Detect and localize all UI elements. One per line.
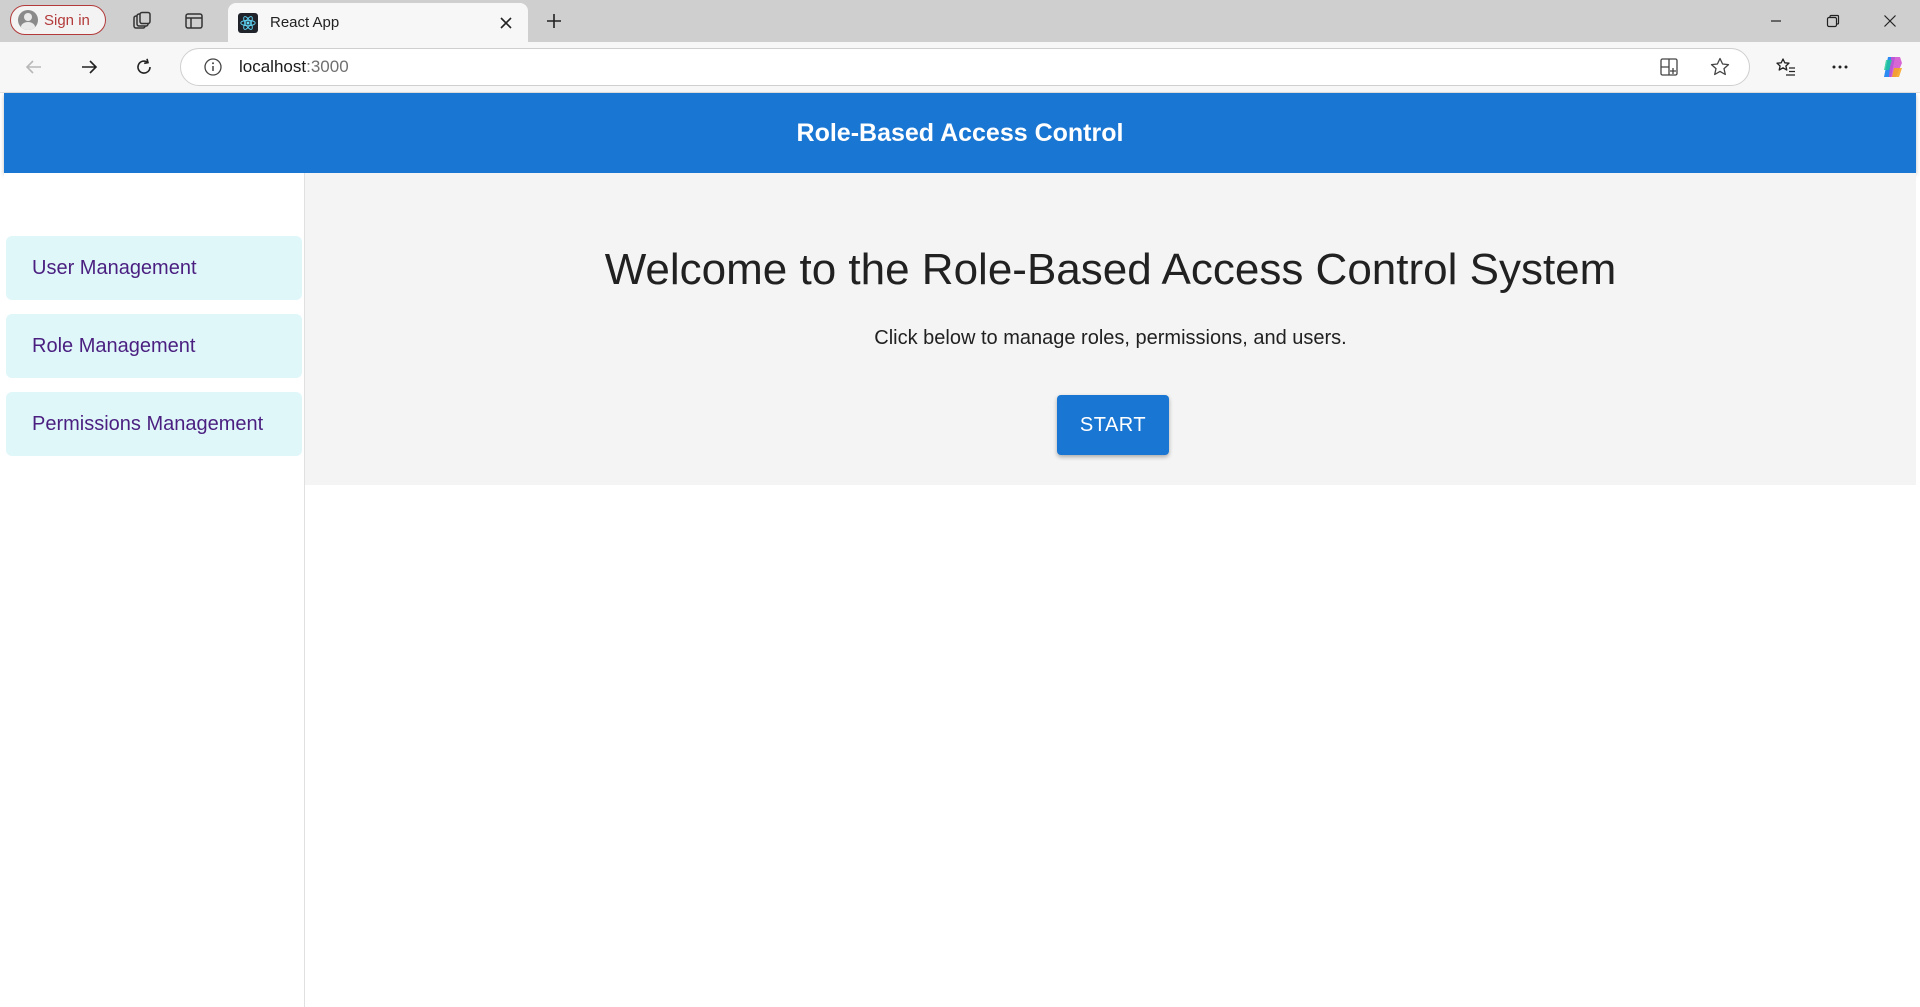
sidebar-item-user-management[interactable]: User Management	[6, 236, 302, 300]
sidebar-item-permissions-management[interactable]: Permissions Management	[6, 392, 302, 456]
back-icon[interactable]	[14, 50, 54, 84]
app-view-icon[interactable]	[1659, 57, 1679, 77]
minimize-icon[interactable]	[1748, 0, 1804, 42]
tab-strip: Sign in React App	[0, 0, 1920, 42]
sidebar: User Management Role Management Permissi…	[4, 173, 305, 1007]
vertical-tabs-icon[interactable]	[176, 5, 212, 37]
tab-title: React App	[270, 14, 340, 31]
start-button[interactable]: START	[1057, 395, 1169, 455]
info-icon[interactable]	[203, 57, 223, 77]
favorites-icon[interactable]	[1766, 50, 1806, 84]
star-icon[interactable]	[1709, 56, 1731, 78]
url-host: localhost	[239, 57, 307, 76]
sign-in-button[interactable]: Sign in	[10, 5, 106, 35]
close-icon[interactable]	[492, 9, 520, 37]
react-logo-icon	[238, 12, 258, 33]
more-icon[interactable]	[1820, 50, 1860, 84]
restore-icon[interactable]	[1805, 0, 1861, 42]
workspaces-icon[interactable]	[124, 5, 160, 37]
forward-icon[interactable]	[69, 50, 109, 84]
url-port: :3000	[306, 57, 349, 76]
page-viewport: Role-Based Access Control User Managemen…	[4, 93, 1916, 1007]
welcome-subtitle: Click below to manage roles, permissions…	[874, 327, 1347, 349]
refresh-icon[interactable]	[124, 50, 164, 84]
browser-tab[interactable]: React App	[228, 3, 528, 42]
address-bar[interactable]: localhost:3000	[180, 48, 1750, 86]
welcome-section: Welcome to the Role-Based Access Control…	[305, 173, 1916, 485]
app-bar: Role-Based Access Control	[4, 93, 1916, 173]
welcome-title: Welcome to the Role-Based Access Control…	[604, 245, 1617, 294]
profile-icon	[18, 10, 38, 30]
window-close-icon[interactable]	[1862, 0, 1918, 42]
sidebar-item-role-management[interactable]: Role Management	[6, 314, 302, 378]
app-title: Role-Based Access Control	[796, 118, 1124, 147]
copilot-icon[interactable]	[1873, 50, 1913, 84]
plus-icon[interactable]	[536, 5, 572, 37]
sign-in-label: Sign in	[44, 11, 90, 29]
